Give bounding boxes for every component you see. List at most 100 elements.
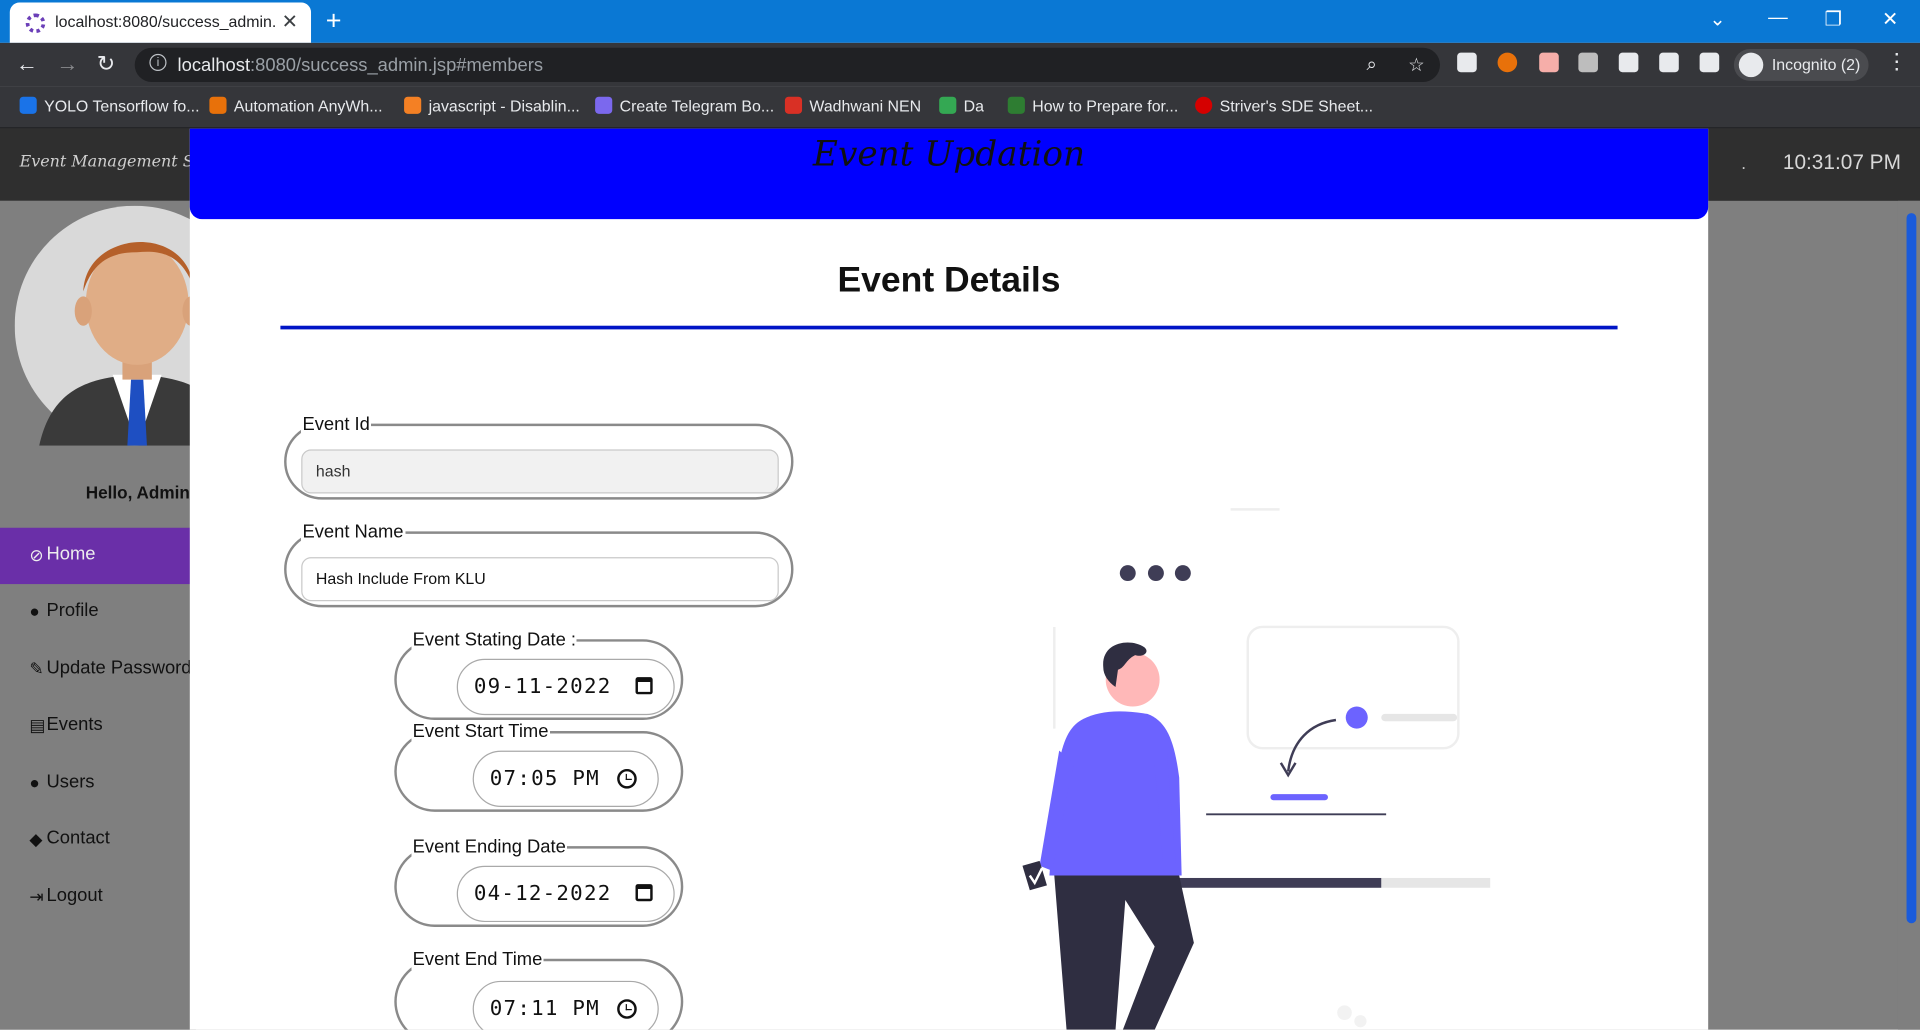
reading-list-icon[interactable]: [1659, 52, 1679, 73]
extension-icon[interactable]: [1539, 52, 1559, 73]
event-illustration: [998, 496, 1537, 1030]
end-date-label: Event Ending Date: [412, 836, 566, 858]
event-id-label: Event Id: [302, 413, 370, 435]
incognito-icon: [1738, 52, 1764, 78]
end-time-input[interactable]: 07:11 PM: [472, 980, 659, 1030]
bookmark-item[interactable]: Striver's SDE Sheet...: [1195, 96, 1373, 115]
sidebar-item-label: Home: [46, 543, 96, 565]
sidebar-item-events[interactable]: ▤ Events: [0, 698, 196, 754]
site-info-icon[interactable]: i: [149, 53, 167, 72]
sidebar-item-contact[interactable]: ◆ Contact: [0, 812, 196, 868]
incognito-label: Incognito (2): [1771, 55, 1861, 74]
restore-button[interactable]: ❐: [1825, 7, 1843, 31]
sidebar-item-label: Update Password: [46, 657, 192, 679]
forward-icon[interactable]: →: [56, 51, 78, 77]
scrollbar-thumb[interactable]: [1906, 213, 1917, 924]
modal-title: Event Updation: [812, 133, 1086, 174]
bookmark-favicon: [19, 96, 37, 114]
event-name-fieldset: Event Name Hash Include From KLU: [284, 521, 794, 608]
tab-search-icon[interactable]: ⌄: [1709, 7, 1725, 31]
address-bar[interactable]: i localhost:8080/success_admin.jsp#membe…: [134, 47, 1441, 83]
sidebar-item-label: Contact: [46, 827, 110, 849]
close-tab-icon[interactable]: ✕: [282, 10, 298, 34]
end-date-input[interactable]: 04-12-2022: [456, 865, 675, 923]
extension-drive-icon[interactable]: [1457, 52, 1477, 73]
bookmark-favicon: [595, 96, 613, 114]
start-date-value: 09-11-2022: [473, 674, 612, 700]
bookmarks-bar: YOLO Tensorflow fo... Automation AnyWh..…: [0, 86, 1920, 129]
reload-icon[interactable]: ↻: [97, 51, 115, 77]
sidebar-item-users[interactable]: ● Users: [0, 756, 196, 812]
minimize-button[interactable]: —: [1768, 7, 1788, 29]
start-time-input[interactable]: 07:05 PM: [472, 750, 659, 807]
sidebar-item-home[interactable]: ⊘ Home: [0, 527, 196, 585]
browser-titlebar: localhost:8080/success_admin.jsp ✕ + ⌄ —…: [0, 0, 1920, 43]
end-time-fieldset: Event End Time 07:11 PM: [394, 948, 684, 1030]
extensions-puzzle-icon[interactable]: [1618, 52, 1639, 73]
edit-icon: ✎: [29, 658, 44, 679]
clock-icon[interactable]: [617, 768, 637, 789]
start-time-value: 07:05 PM: [489, 766, 600, 792]
greeting-text: Hello, Admin: [85, 482, 190, 503]
event-id-fieldset: Event Id hash: [284, 413, 794, 500]
sidebar-item-label: Events: [46, 713, 103, 735]
clock-icon[interactable]: [617, 999, 637, 1019]
end-time-value: 07:11 PM: [489, 996, 600, 1022]
start-date-label: Event Stating Date :: [412, 629, 577, 651]
bookmark-item[interactable]: Create Telegram Bo...: [595, 96, 774, 115]
end-time-label: Event End Time: [412, 948, 543, 970]
bookmark-favicon: [939, 96, 957, 114]
bookmark-item[interactable]: Automation AnyWh...: [209, 96, 383, 115]
back-icon[interactable]: ←: [16, 51, 38, 77]
dashboard-icon: ⊘: [29, 544, 44, 565]
section-title: Event Details: [837, 260, 1061, 301]
browser-tab[interactable]: localhost:8080/success_admin.jsp ✕: [9, 2, 312, 43]
zoom-icon[interactable]: ⌕: [1367, 54, 1377, 75]
sidebar-item-logout[interactable]: ⇥ Logout: [0, 869, 196, 925]
end-date-fieldset: Event Ending Date 04-12-2022: [394, 836, 684, 927]
event-name-label: Event Name: [302, 521, 404, 543]
url-text[interactable]: localhost:8080/success_admin.jsp#members: [178, 55, 544, 76]
start-date-input[interactable]: 09-11-2022: [456, 658, 675, 716]
close-window-button[interactable]: ✕: [1882, 7, 1898, 31]
browser-menu-icon[interactable]: ⋮: [1886, 49, 1908, 75]
loading-icon: [25, 13, 46, 34]
calendar-icon[interactable]: [635, 677, 653, 695]
event-update-modal: Event Updation Event Details Event Id ha…: [189, 128, 1709, 1030]
current-time: 10:31:07 PM: [1782, 150, 1901, 174]
nav-separator: .: [1741, 153, 1747, 173]
end-date-value: 04-12-2022: [473, 881, 612, 907]
copy-icon: ▤: [29, 715, 46, 735]
extension-c-icon[interactable]: [1497, 52, 1518, 73]
bookmark-item[interactable]: javascript - Disablin...: [404, 96, 580, 115]
bookmark-star-icon[interactable]: ☆: [1408, 54, 1424, 76]
bookmark-item[interactable]: How to Prepare for...: [1007, 96, 1178, 115]
calendar-icon[interactable]: [635, 884, 653, 902]
side-panel-icon[interactable]: [1699, 52, 1720, 73]
event-name-input[interactable]: Hash Include From KLU: [301, 557, 779, 602]
bookmark-favicon: [1195, 96, 1213, 114]
bookmark-favicon: [209, 96, 227, 114]
sidebar-item-label: Users: [46, 771, 95, 793]
modal-header: Event Updation: [189, 128, 1709, 220]
browser-toolbar: ← → ↻ i localhost:8080/success_admin.jsp…: [0, 42, 1920, 87]
start-time-label: Event Start Time: [412, 721, 549, 743]
bookmark-item[interactable]: Da: [939, 96, 984, 115]
user-icon: ●: [29, 772, 40, 793]
page: Event Management System . 10:31:07 PM He…: [0, 128, 1920, 1030]
bookmark-item[interactable]: Wadhwani NEN: [784, 96, 921, 115]
section-divider: [280, 325, 1618, 330]
sidebar: Hello, Admin ⊘ Home ● Profile ✎ Update P…: [0, 200, 196, 1030]
sidebar-item-profile[interactable]: ● Profile: [0, 584, 196, 640]
sidebar-item-label: Logout: [46, 885, 103, 907]
incognito-badge[interactable]: Incognito (2): [1733, 48, 1869, 81]
bookmark-item[interactable]: YOLO Tensorflow fo...: [19, 96, 200, 115]
event-id-input[interactable]: hash: [301, 449, 779, 494]
start-date-fieldset: Event Stating Date : 09-11-2022: [394, 629, 684, 721]
page-scrollbar[interactable]: [1897, 200, 1920, 1030]
sidebar-item-label: Profile: [46, 600, 99, 621]
extension-icon-2[interactable]: [1578, 52, 1598, 73]
tab-title: localhost:8080/success_admin.jsp: [55, 12, 276, 31]
new-tab-button[interactable]: +: [326, 5, 342, 37]
sidebar-item-update-password[interactable]: ✎ Update Password: [0, 642, 196, 698]
